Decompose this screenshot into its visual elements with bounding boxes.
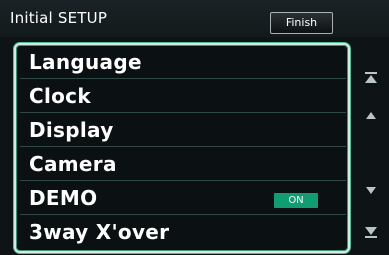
menu-item-display[interactable]: Display — [20, 115, 346, 147]
setup-screen: Initial SETUP Finish Language Clock Disp… — [0, 0, 389, 255]
menu-item-camera[interactable]: Camera — [20, 149, 346, 181]
menu-item-label: DEMO — [29, 186, 98, 210]
menu-item-label: Language — [29, 50, 142, 74]
menu-item-label: Camera — [29, 152, 117, 176]
scroll-up-icon[interactable] — [360, 106, 382, 126]
page-title: Initial SETUP — [10, 9, 108, 27]
menu-item-clock[interactable]: Clock — [20, 81, 346, 113]
finish-button[interactable]: Finish — [270, 12, 333, 34]
demo-toggle-badge[interactable]: ON — [274, 193, 318, 208]
menu-item-label: Display — [29, 118, 114, 142]
scroll-bottom-icon[interactable] — [360, 222, 382, 242]
scroll-top-icon[interactable] — [360, 68, 382, 88]
title-bar: Initial SETUP Finish — [0, 0, 389, 37]
setup-menu-list: Language Clock Display Camera DEMO ON 3w… — [14, 43, 350, 253]
menu-item-3way-xover[interactable]: 3way X'over — [20, 217, 346, 249]
menu-item-demo[interactable]: DEMO ON — [20, 183, 346, 215]
menu-item-label: 3way X'over — [29, 220, 170, 244]
menu-item-label: Clock — [29, 84, 91, 108]
menu-item-language[interactable]: Language — [20, 47, 346, 79]
scroll-down-icon[interactable] — [360, 180, 382, 200]
